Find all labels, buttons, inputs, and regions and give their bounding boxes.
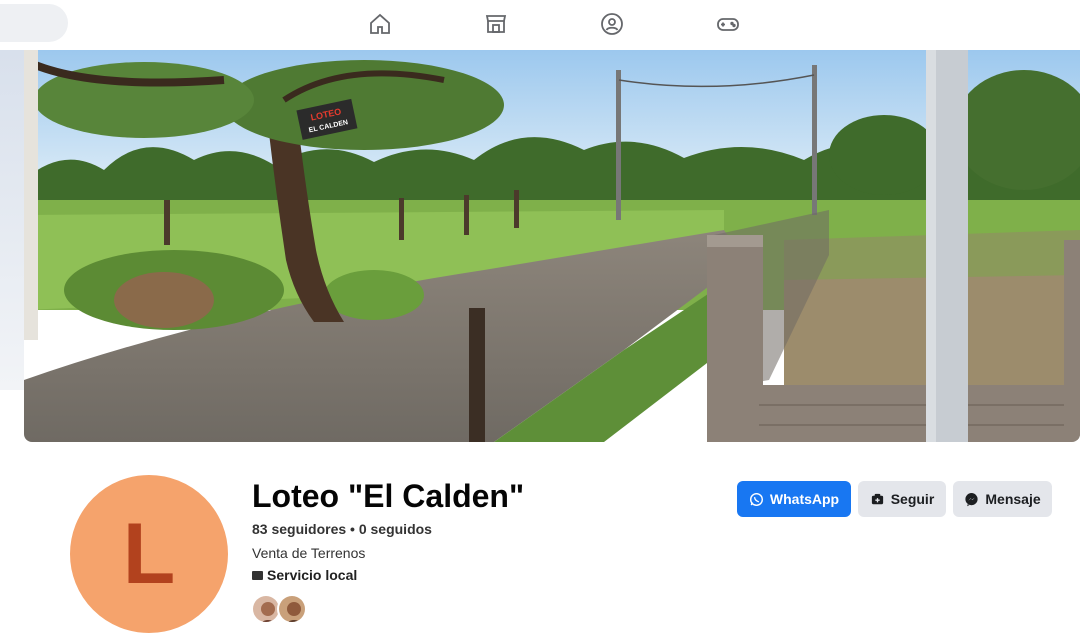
avatar-letter: L xyxy=(122,506,176,602)
followers-count[interactable]: 83 seguidores • 0 seguidos xyxy=(252,521,432,537)
follower-avatars[interactable] xyxy=(251,594,307,624)
whatsapp-icon xyxy=(749,492,763,506)
profile-avatar[interactable]: L xyxy=(67,472,231,636)
service-info: Servicio local xyxy=(252,567,357,583)
groups-icon[interactable] xyxy=(598,10,626,38)
follow-icon xyxy=(871,493,883,504)
messenger-icon xyxy=(965,492,978,506)
search-input[interactable] xyxy=(0,4,68,42)
follow-label: Seguir xyxy=(890,491,935,507)
message-button[interactable]: Mensaje xyxy=(953,481,1052,517)
message-label: Mensaje xyxy=(985,491,1041,507)
sidebar-edge xyxy=(0,50,24,390)
cover-photo[interactable]: LOTEO EL CALDEN xyxy=(24,50,1080,442)
page-category: Venta de Terrenos xyxy=(252,545,366,561)
home-icon[interactable] xyxy=(366,10,394,38)
page-title: Loteo "El Calden" xyxy=(252,478,525,514)
marketplace-icon[interactable] xyxy=(482,10,510,38)
gaming-icon[interactable] xyxy=(714,10,742,38)
service-label: Servicio local xyxy=(267,567,358,583)
follow-button[interactable]: Seguir xyxy=(858,481,946,517)
whatsapp-button[interactable]: WhatsApp xyxy=(737,481,851,517)
briefcase-icon xyxy=(252,570,263,580)
whatsapp-label: WhatsApp xyxy=(769,491,840,507)
follower-avatar[interactable] xyxy=(277,594,307,624)
top-navigation-bar xyxy=(0,0,1080,50)
